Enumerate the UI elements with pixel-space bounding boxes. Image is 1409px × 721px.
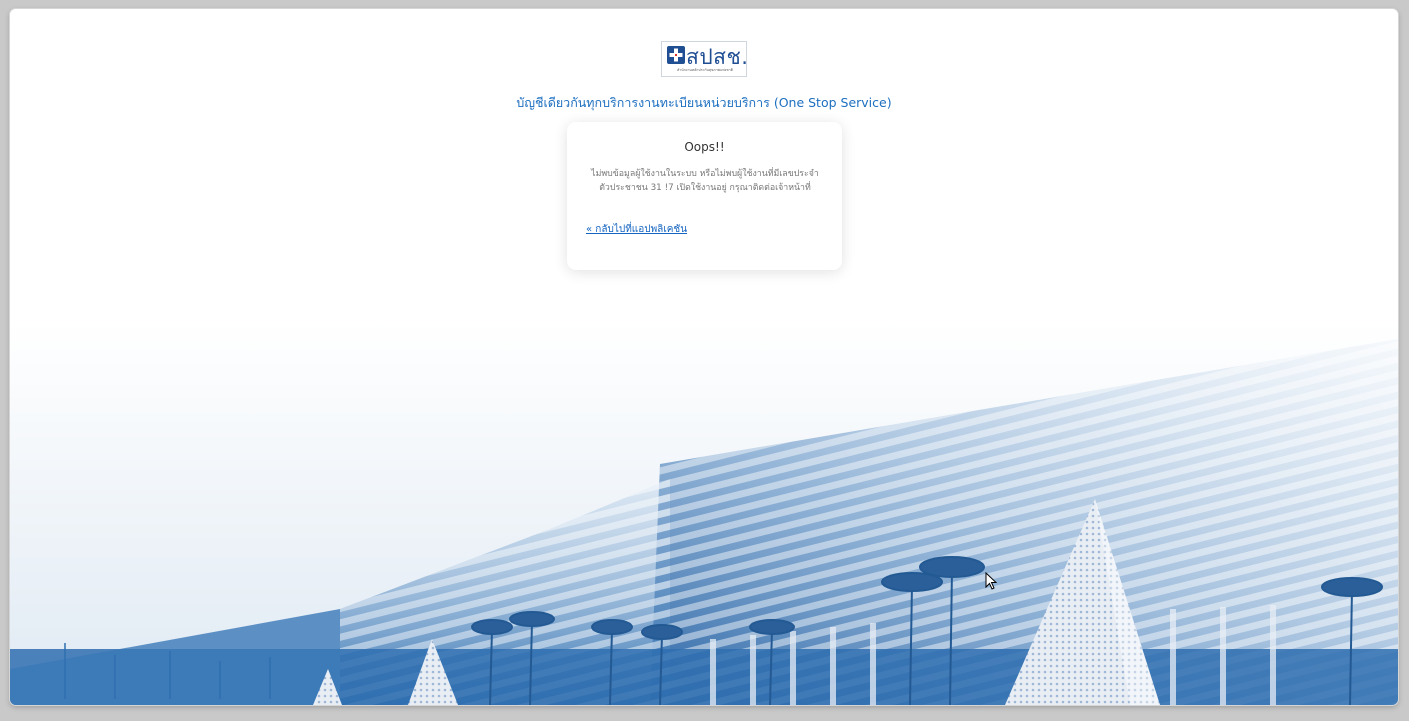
building-background-image [10,9,1398,705]
error-title: Oops!! [684,140,725,154]
error-card: Oops!! ไม่พบข้อมูลผู้ใช้งานในระบบ หรือไม… [567,122,842,270]
nhso-logo: สปสช. สำนักงานหลักประกันสุขภาพแห่งชาติ [661,41,748,77]
error-message: ไม่พบข้อมูลผู้ใช้งานในระบบ หรือไม่พบผู้ใ… [591,169,819,193]
browser-viewport: สปสช. สำนักงานหลักประกันสุขภาพแห่งชาติ บ… [10,9,1398,705]
mouse-pointer-icon [985,572,997,590]
logo-subtitle: สำนักงานหลักประกันสุขภาพแห่งชาติ [677,68,733,72]
service-title: บัญชีเดียวกันทุกบริการงานทะเบียนหน่วยบริ… [516,95,892,110]
plus-cross-icon [667,46,685,64]
back-to-application-link[interactable]: « กลับไปที่แอปพลิเคชัน [586,222,687,237]
